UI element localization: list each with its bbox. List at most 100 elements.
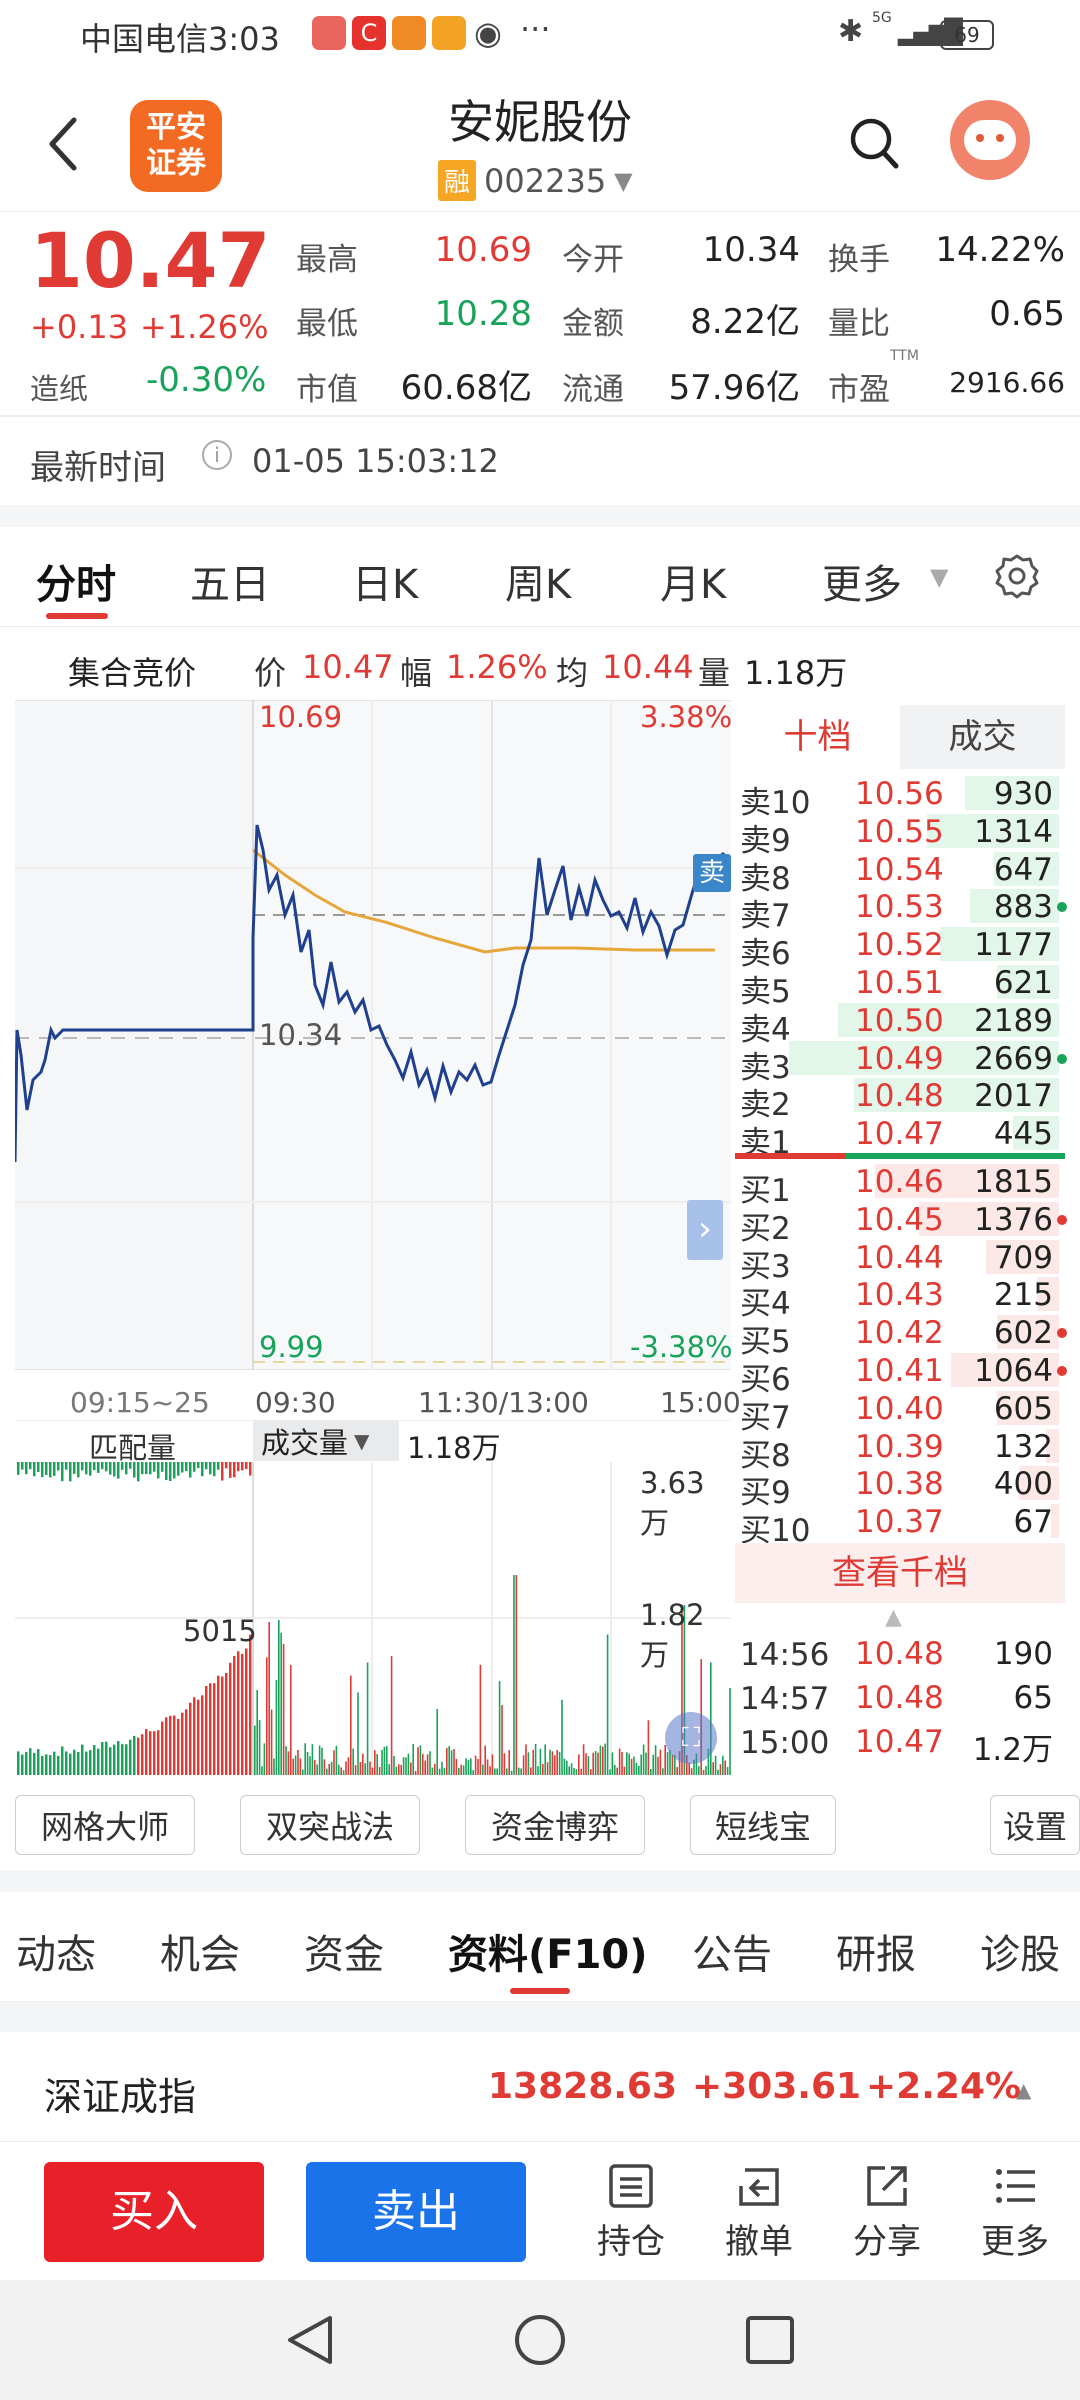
tab-opportunity[interactable]: 机会 [160, 1922, 240, 1980]
nav-recents-icon[interactable] [742, 2312, 798, 2368]
auction-match-bar [65, 1462, 68, 1470]
index-ticker[interactable]: 深证成指 13828.63 +303.61 +2.24% ▲ [0, 2032, 1080, 2142]
tab-monthly-k[interactable]: 月K [660, 552, 726, 610]
bid-level-price: 10.42 [855, 1315, 944, 1352]
bid-level-row[interactable]: 买4 10.43 215 [735, 1276, 1065, 1322]
bid-level-row[interactable]: 买8 10.39 132 [735, 1428, 1065, 1474]
tab-intraday[interactable]: 分时 [36, 552, 116, 610]
ask-level-price: 10.49 [855, 1040, 944, 1077]
tab-daily-k[interactable]: 日K [352, 552, 418, 610]
tools-settings-button[interactable]: 设置 [990, 1795, 1080, 1855]
tab-f10[interactable]: 资料(F10) [448, 1922, 648, 1980]
sell-button[interactable]: 卖出 [306, 2162, 526, 2262]
tab-announcement[interactable]: 公告 [692, 1922, 772, 1980]
tab-diagnosis[interactable]: 诊股 [980, 1922, 1060, 1980]
tab-weekly-k[interactable]: 周K [505, 552, 571, 610]
ask-level-row[interactable]: 卖7 10.53 883 [735, 888, 1067, 934]
more-button[interactable]: 更多 [968, 2162, 1062, 2272]
capital-game-button[interactable]: 资金博弈 [465, 1795, 645, 1855]
auction-match-bar [41, 1462, 44, 1478]
sell-marker-badge[interactable]: 卖 [693, 854, 731, 892]
volume-bar [705, 1766, 707, 1775]
ask-level-row[interactable]: 卖9 10.55 1314 [735, 813, 1065, 859]
ask-level-row[interactable]: 卖2 10.48 2017 [735, 1077, 1065, 1123]
nav-home-icon[interactable] [512, 2312, 568, 2368]
price-chart-svg [13, 699, 733, 1371]
volume-selector[interactable]: 成交量 ▼ [253, 1421, 399, 1461]
auction-volume-bar [57, 1755, 60, 1775]
tab-depth[interactable]: 十档 [735, 705, 900, 769]
bid-level-row[interactable]: 买9 10.38 400 [735, 1465, 1065, 1511]
ask-level-row[interactable]: 卖8 10.54 647 [735, 851, 1065, 897]
expand-book-arrow-icon[interactable]: › [687, 1200, 723, 1260]
ask-level-row[interactable]: 卖5 10.51 621 [735, 964, 1065, 1010]
info-icon[interactable]: i [202, 440, 232, 470]
intraday-info-bar: 集合竞价 价 10.47 幅 1.26% 均 10.44 量 1.18万 [0, 630, 1080, 700]
auction-volume-bar [245, 1648, 248, 1775]
auction-volume-bar [225, 1673, 228, 1775]
auction-match-bar [29, 1462, 32, 1470]
ask-level-row[interactable]: 卖4 10.50 2189 [735, 1002, 1065, 1048]
bid-level-row[interactable]: 买1 10.46 1815 [735, 1163, 1065, 1209]
search-icon[interactable] [848, 116, 900, 172]
tab-research[interactable]: 研报 [836, 1922, 916, 1980]
tab-five-day[interactable]: 五日 [190, 552, 270, 610]
intraday-price-chart[interactable]: 10.69 10.34 9.99 3.38% -3.38% 卖 › [13, 699, 733, 1371]
tab-news[interactable]: 动态 [16, 1922, 96, 1980]
grid-master-button[interactable]: 网格大师 [15, 1795, 195, 1855]
ask-level-row[interactable]: 卖6 10.52 1177 [735, 926, 1065, 972]
auction-match-bar [237, 1462, 240, 1472]
nav-back-icon[interactable] [282, 2312, 338, 2368]
bid-level-row[interactable]: 买2 10.45 1376 [735, 1201, 1067, 1247]
ask-level-row[interactable]: 卖1 10.47 445 [735, 1115, 1065, 1161]
volume-bar [258, 1720, 261, 1775]
bid-level-price: 10.37 [855, 1504, 944, 1541]
tick-price: 10.48 [855, 1680, 944, 1716]
auction-match-bar [73, 1462, 76, 1474]
fullscreen-icon[interactable]: ⛶ [665, 1712, 717, 1764]
x-axis-close-label: 15:00 [660, 1386, 741, 1419]
tab-more[interactable]: 更多 [822, 552, 902, 610]
volume-bar [724, 1760, 726, 1775]
sector-label[interactable]: 造纸 [30, 366, 88, 408]
short-term-button[interactable]: 短线宝 [690, 1795, 836, 1855]
stock-code-selector[interactable]: 融 002235 ▼ [438, 160, 633, 201]
amp-label: 幅 [400, 654, 433, 692]
x-axis-auction-label: 09:15~25 [70, 1386, 210, 1419]
share-button[interactable]: 分享 [840, 2162, 934, 2272]
auction-volume-bar [165, 1717, 168, 1775]
volume-bar [496, 1768, 498, 1775]
volume-bar [383, 1746, 386, 1775]
volume-bar [278, 1619, 280, 1775]
ask-level-row[interactable]: 卖3 10.49 2669 [735, 1040, 1067, 1086]
ask-level-row[interactable]: 卖10 10.56 930 [735, 775, 1065, 821]
volume-bar [491, 1754, 494, 1775]
auction-volume-bar [33, 1752, 36, 1775]
double-breakout-button[interactable]: 双突战法 [240, 1795, 420, 1855]
bid-level-row[interactable]: 买5 10.42 602 [735, 1314, 1067, 1360]
holdings-button[interactable]: 持仓 [584, 2162, 678, 2272]
pct-axis-bottom-label: -3.38% [630, 1330, 733, 1364]
volume-bar [266, 1657, 268, 1775]
volume-bar [594, 1751, 597, 1775]
auction-volume-bar [141, 1734, 144, 1775]
tab-capital[interactable]: 资金 [304, 1922, 384, 1980]
auction-volume-bar [25, 1751, 28, 1775]
collapse-up-icon[interactable]: ▲ [885, 1605, 902, 1630]
volume-bar [513, 1575, 515, 1775]
volume-bar [472, 1770, 474, 1775]
order-change-dot [1057, 902, 1067, 913]
buy-button[interactable]: 买入 [44, 2162, 264, 2262]
bid-level-row[interactable]: 买6 10.41 1064 [735, 1352, 1067, 1398]
bid-level-row[interactable]: 买3 10.44 709 [735, 1239, 1065, 1285]
settings-gear-icon[interactable] [994, 553, 1040, 599]
bid-level-row[interactable]: 买7 10.40 605 [735, 1390, 1065, 1436]
tab-trades[interactable]: 成交 [900, 705, 1065, 769]
bid-level-price: 10.39 [855, 1428, 944, 1465]
view-more-depth-button[interactable]: 查看千档 [735, 1543, 1065, 1603]
cancel-order-button[interactable]: 撤单 [712, 2162, 806, 2272]
volume-bar [590, 1769, 592, 1775]
assistant-avatar[interactable] [950, 100, 1030, 180]
bid-level-row[interactable]: 买10 10.37 67 [735, 1503, 1065, 1549]
volume-bar [566, 1760, 568, 1775]
